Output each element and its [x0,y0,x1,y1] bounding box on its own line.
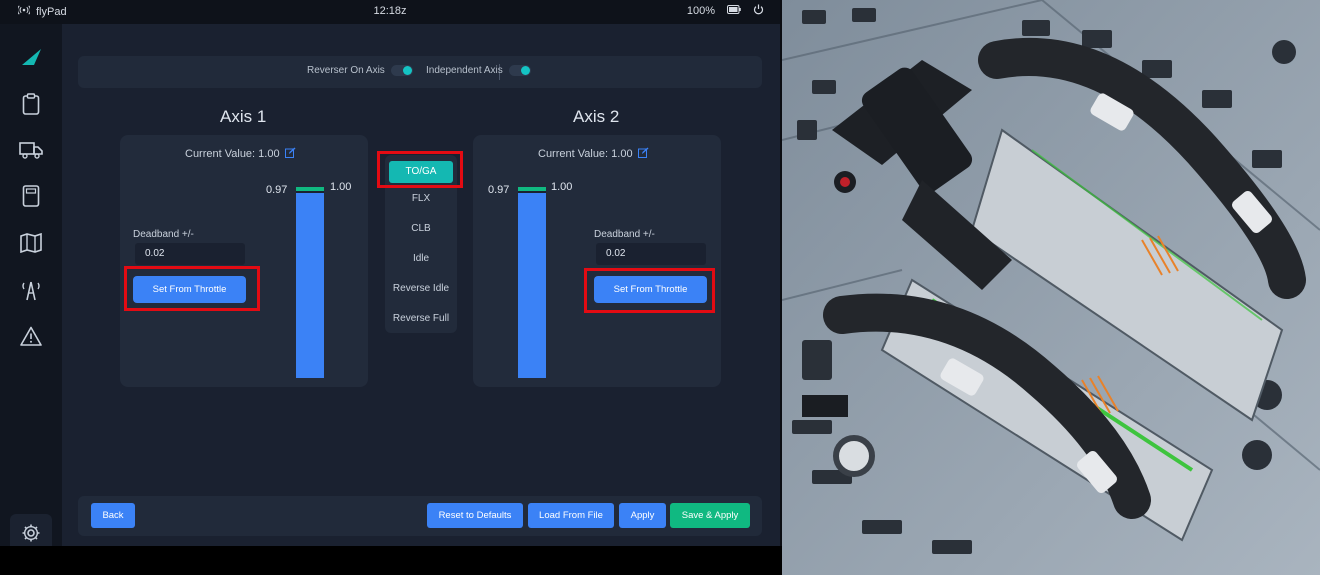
axis-2-deadband-input[interactable]: 0.02 [596,243,706,265]
axis-1-highlight-frame [124,266,260,311]
detent-flx[interactable]: FLX [385,193,457,204]
status-bar: flyPad 12:18z 100% [0,0,780,24]
detent-reverse-idle[interactable]: Reverse Idle [385,283,457,294]
independent-axis-toggle[interactable] [508,65,531,76]
clipboard-icon[interactable] [18,91,44,117]
flypad-tablet: flyPad 12:18z 100% Reverser On Axis Inde… [0,0,780,556]
apply-button[interactable]: Apply [619,503,666,528]
battery-percent: 100% [686,5,715,17]
axis-2-bar-fill [518,192,546,378]
independent-axis-label: Independent Axis [426,65,503,76]
back-button[interactable]: Back [91,503,135,528]
axis-1-deadband-label: Deadband +/- [133,229,194,240]
detent-reverse-full[interactable]: Reverse Full [385,313,457,324]
calculator-icon[interactable] [18,183,44,209]
screen-bezel [0,546,782,575]
axis-1-panel: Current Value: 1.00 Deadband +/- 0.02 Se… [120,135,368,387]
logo-icon[interactable] [18,44,44,70]
axis-1-bar-fill [296,192,324,378]
edit-icon[interactable] [284,147,296,161]
throttle-quadrant-illustration [782,0,1320,575]
axis-2-bar [518,187,546,378]
edit-icon[interactable] [637,147,649,161]
axis-1-bar [296,187,324,378]
reverser-on-axis-toggle[interactable] [390,65,413,76]
reverser-on-axis-label: Reverser On Axis [307,65,385,76]
axis-2-bar-top [518,187,546,191]
axis-2-bar-right-label: 1.00 [551,181,573,193]
footer-bar: Back Reset to Defaults Load From File Ap… [78,496,762,536]
warning-icon[interactable] [18,323,44,349]
axis-2-panel: Current Value: 1.00 0.97 1.00 Deadband +… [473,135,721,387]
reset-defaults-button[interactable]: Reset to Defaults [427,503,523,528]
sidebar [0,24,62,556]
detent-clb[interactable]: CLB [385,223,457,234]
axis-2-title: Axis 2 [573,107,620,126]
truck-icon[interactable] [18,137,44,163]
battery-icon [727,5,741,17]
clock-time: 12:18z [373,5,407,17]
axis-1-deadband-input[interactable]: 0.02 [135,243,245,265]
save-apply-button[interactable]: Save & Apply [670,503,750,528]
atc-tower-icon[interactable] [18,277,44,303]
axis-2-current-value: Current Value: 1.00 [538,148,633,160]
axis-2-highlight-frame [584,268,715,313]
axis-2-deadband-label: Deadband +/- [594,229,655,240]
load-from-file-button[interactable]: Load From File [528,503,614,528]
axis-1-bar-left-label: 0.97 [266,184,288,196]
power-icon[interactable] [753,4,764,18]
gear-icon [21,523,41,548]
detent-idle[interactable]: Idle [385,253,457,264]
axis-options-bar: Reverser On Axis Independent Axis [78,56,762,88]
axis-2-bar-left-label: 0.97 [488,184,510,196]
axis-1-bar-right-label: 1.00 [330,181,352,193]
map-icon[interactable] [18,230,44,256]
toga-highlight-frame [377,151,463,188]
axis-1-current-value: Current Value: 1.00 [185,148,280,160]
cockpit-throttle-photo [782,0,1320,575]
axis-1-title: Axis 1 [220,107,267,126]
axis-1-bar-top [296,187,324,191]
